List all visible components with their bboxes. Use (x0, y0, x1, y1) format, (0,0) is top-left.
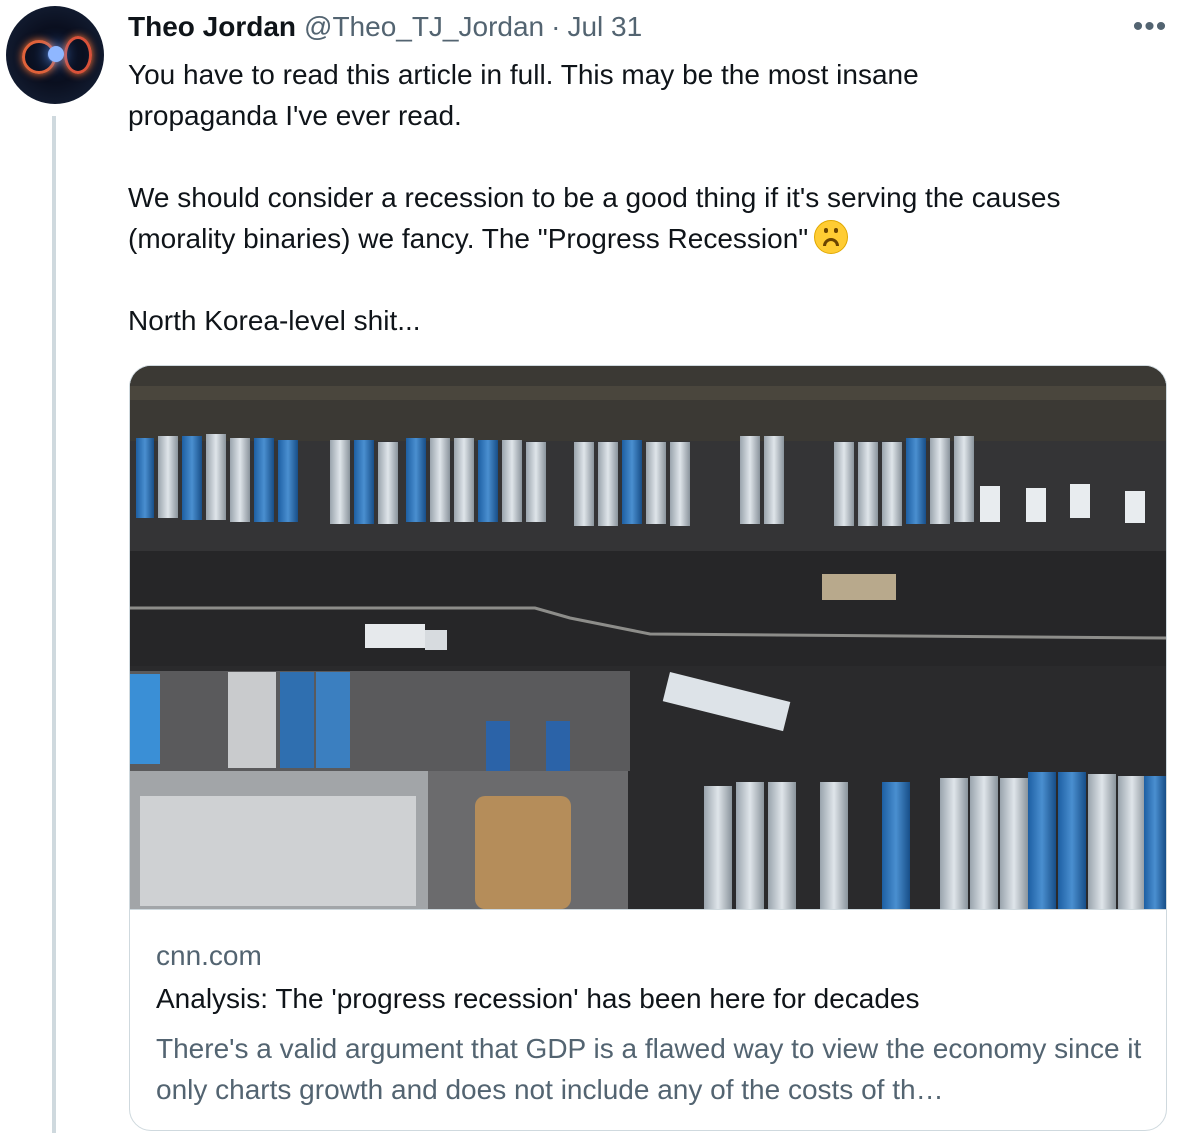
tweet-line: North Korea-level shit... (128, 305, 421, 336)
link-card[interactable]: cnn.com Analysis: The 'progress recessio… (129, 365, 1167, 1131)
tweet-header: Theo Jordan @Theo_TJ_Jordan · Jul 31 (128, 8, 642, 46)
more-options-icon[interactable]: ••• (1128, 10, 1172, 44)
tweet-line: We should consider a recession to be a g… (128, 182, 1061, 213)
tweet-line: propaganda I've ever read. (128, 100, 462, 131)
card-domain: cnn.com (156, 940, 262, 971)
card-title[interactable]: Analysis: The 'progress recession' has b… (156, 983, 920, 1015)
tweet-date[interactable]: Jul 31 (567, 11, 642, 43)
upside-down-face-icon (814, 220, 849, 254)
card-description: There's a valid argument that GDP is a f… (156, 1033, 1142, 1105)
tweet-line: You have to read this article in full. T… (128, 59, 919, 90)
author-name[interactable]: Theo Jordan (128, 11, 296, 43)
avatar-core (48, 46, 64, 62)
avatar-ring-right (64, 36, 92, 74)
avatar[interactable] (6, 6, 104, 104)
separator: · (551, 11, 561, 42)
card-image[interactable] (130, 366, 1166, 909)
card-info[interactable]: cnn.com Analysis: The 'progress recessio… (130, 909, 1166, 1130)
tweet-line: (morality binaries) we fancy. The "Progr… (128, 218, 1178, 259)
author-handle[interactable]: @Theo_TJ_Jordan (304, 11, 544, 43)
tweet-line-text: (morality binaries) we fancy. The "Progr… (128, 223, 809, 254)
thread-line (52, 116, 56, 1133)
aerial-truck-depot-photo (130, 366, 1166, 909)
tweet-text: You have to read this article in full. T… (128, 54, 1178, 341)
